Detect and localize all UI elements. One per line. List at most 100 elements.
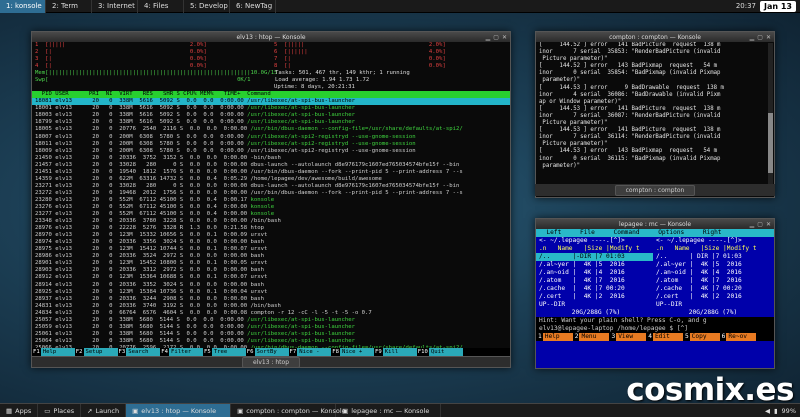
task-button[interactable]: ▣ elv13 : htop — Konsole — [126, 403, 232, 417]
konsole-tab[interactable]: elv13 : htop — [241, 356, 300, 367]
process-row[interactable]: 18005 elv13 20 0 20776 2540 2116 S 0.0 0… — [32, 126, 510, 133]
right-file-panel[interactable]: /.. | DIR |7 01:03/.al~yer | 4K |5 2016/… — [653, 253, 770, 301]
mc-menu-bar[interactable]: Left File Command Options Right — [536, 229, 774, 237]
mc-fkey-3[interactable]: 3 View — [609, 333, 647, 341]
tag-2[interactable]: 2: Term — [46, 0, 92, 13]
file-entry[interactable]: /.. | DIR |7 01:03 — [653, 253, 770, 261]
process-row[interactable]: 21451 elv13 20 0 19540 1812 1576 S 0.0 0… — [32, 169, 510, 176]
file-entry[interactable]: /.atom | 4K |7 2016 — [536, 277, 653, 285]
scrollbar-thumb[interactable] — [768, 113, 773, 173]
process-row[interactable]: 25057 elv13 20 0 338M 5680 5144 S 0.0 0.… — [32, 317, 510, 324]
process-row[interactable]: 18011 elv13 20 0 200M 6308 5780 S 0.0 0.… — [32, 141, 510, 148]
selected-process-row[interactable]: 18081 elv13 20 0 338M 5616 5092 S 0.0 0.… — [32, 98, 510, 106]
launch-menu-button[interactable]: ➚ Launch — [81, 403, 127, 417]
left-panel-header[interactable]: <- ~/.lepagee ----.[^]> — [536, 237, 653, 245]
mc-fkey-6[interactable]: 6 Re~ov — [720, 333, 757, 341]
process-row[interactable]: 21450 elv13 20 0 20336 3752 3152 S 0.0 0… — [32, 155, 510, 162]
process-row[interactable]: 28925 elv13 20 0 123M 15384 10736 S 0.0 … — [32, 289, 510, 296]
fkey-f7[interactable]: F7 Nice - — [289, 348, 332, 356]
process-row[interactable]: 28912 elv13 20 0 123M 15364 10688 S 0.0 … — [32, 274, 510, 281]
tag-6[interactable]: 6: NewTag — [230, 0, 276, 13]
maximize-icon[interactable]: ▢ — [757, 221, 763, 228]
minimize-icon[interactable]: ▁ — [750, 34, 755, 41]
process-row[interactable]: 23276 elv13 20 0 552M 67112 45100 S 0.0 … — [32, 204, 510, 211]
task-button[interactable]: ▣ compton : compton — Konsole — [231, 403, 346, 417]
scrollbar[interactable] — [768, 43, 773, 186]
file-entry[interactable]: /.an~oid | 4K |4 2016 — [653, 269, 770, 277]
mc-shell-prompt[interactable]: elv13@lepagee-laptop /home/lepagee $ [^] — [536, 325, 774, 333]
fkey-f9[interactable]: F9 Kill — [374, 348, 417, 356]
process-row[interactable]: 21457 elv13 20 0 33028 280 0 S 0.0 0.0 0… — [32, 162, 510, 169]
file-entry[interactable]: /.al~yer | 4K |5 2016 — [536, 261, 653, 269]
process-row[interactable]: 18003 elv13 20 0 338M 5616 5092 S 0.0 0.… — [32, 112, 510, 119]
fkey-f10[interactable]: F10 Quit — [417, 348, 463, 356]
minimize-icon[interactable]: ▁ — [486, 34, 491, 41]
fkey-f8[interactable]: F8 Nice + — [331, 348, 374, 356]
process-row[interactable]: 23277 elv13 20 0 552M 67112 45100 S 0.0 … — [32, 211, 510, 218]
process-row[interactable]: 23271 elv13 20 0 33028 280 0 S 0.0 0.0 0… — [32, 183, 510, 190]
file-entry[interactable]: /.al~yer | 4K |5 2016 — [653, 261, 770, 269]
process-row[interactable]: 28914 elv13 20 0 20336 3352 3024 S 0.0 0… — [32, 282, 510, 289]
places-menu-button[interactable]: ▭ Places — [38, 403, 82, 417]
file-entry[interactable]: /.. |-DIR |7 01:03 — [536, 253, 653, 261]
close-icon[interactable]: ✕ — [766, 34, 771, 41]
process-row[interactable]: 23280 elv13 20 0 552M 67112 45100 S 0.0 … — [32, 197, 510, 204]
process-row[interactable]: 23348 elv13 20 0 20336 3780 3228 S 0.0 0… — [32, 218, 510, 225]
konsole-tab[interactable]: compton : compton — [614, 184, 696, 196]
process-row[interactable]: 28975 elv13 20 0 123M 15412 10744 S 0.0 … — [32, 246, 510, 253]
file-entry[interactable]: /.cache | 4K |7 00:20 — [536, 285, 653, 293]
file-entry[interactable]: /.an~oid | 4K |4 2016 — [536, 269, 653, 277]
process-row[interactable]: 18001 elv13 20 0 338M 5616 5092 S 0.0 0.… — [32, 105, 510, 112]
process-row[interactable]: 25064 elv13 20 0 338M 5680 5144 S 0.0 0.… — [32, 338, 510, 345]
process-row[interactable]: 14359 elv13 20 0 622M 63316 14732 S 0.0 … — [32, 176, 510, 183]
process-row[interactable]: 28974 elv13 20 0 20336 3356 3024 S 0.0 0… — [32, 239, 510, 246]
file-entry[interactable]: /.atom | 4K |7 2016 — [653, 277, 770, 285]
right-panel-header[interactable]: <- ~/.lepagee ----.[^]> — [653, 237, 770, 245]
close-icon[interactable]: ✕ — [766, 221, 771, 228]
process-row[interactable]: 25059 elv13 20 0 338M 5680 5144 S 0.0 0.… — [32, 324, 510, 331]
file-entry[interactable]: /.cert | 4K |2 2016 — [653, 293, 770, 301]
process-row[interactable]: 24831 elv13 20 0 20336 3740 3192 S 0.0 0… — [32, 303, 510, 310]
process-row[interactable]: 28986 elv13 20 0 20336 3524 2972 S 0.0 0… — [32, 253, 510, 260]
tag-1[interactable]: 1: konsole — [0, 0, 46, 13]
process-row[interactable]: 28937 elv13 20 0 20336 3244 2908 S 0.0 0… — [32, 296, 510, 303]
process-row[interactable]: 28976 elv13 20 0 22228 5276 3328 R 1.3 0… — [32, 225, 510, 232]
tag-5[interactable]: 5: Develop — [184, 0, 230, 13]
tag-3[interactable]: 3: Internet — [92, 0, 138, 13]
mc-fkey-5[interactable]: 5 Copy — [683, 333, 720, 341]
fkey-f3[interactable]: F3 Search — [118, 348, 161, 356]
mc-titlebar[interactable]: lepagee : mc — Konsole ▁ ▢ ✕ — [536, 219, 774, 229]
fkey-f4[interactable]: F4 Filter — [160, 348, 203, 356]
mc-fkey-2[interactable]: 2 Menu — [573, 333, 610, 341]
compton-window[interactable]: compton : compton — Konsole ▁ ▢ ✕ [ 144.… — [535, 31, 775, 198]
process-row[interactable]: 24834 elv13 20 0 66764 6576 4604 S 0.0 0… — [32, 310, 510, 317]
maximize-icon[interactable]: ▢ — [757, 34, 763, 41]
process-row[interactable]: 28970 elv13 20 0 123M 15332 10656 S 0.0 … — [32, 232, 510, 239]
minimize-icon[interactable]: ▁ — [750, 221, 755, 228]
mc-window[interactable]: lepagee : mc — Konsole ▁ ▢ ✕ Left File C… — [535, 218, 775, 369]
process-row[interactable]: 28901 elv13 20 0 123M 15452 10800 S 0.0 … — [32, 260, 510, 267]
process-row[interactable]: 18009 elv13 20 0 200M 6308 5780 S 0.0 0.… — [32, 148, 510, 155]
process-row[interactable]: 18007 elv13 20 0 200M 6308 5780 S 0.0 0.… — [32, 134, 510, 141]
process-row[interactable]: 25061 elv13 20 0 338M 5680 5144 S 0.0 0.… — [32, 331, 510, 338]
apps-menu-button[interactable]: ▦ Apps — [0, 403, 39, 417]
htop-titlebar[interactable]: elv13 : htop — Konsole ▁ ▢ ✕ — [32, 32, 510, 42]
process-row[interactable]: 23272 elv13 20 0 19468 2012 1756 S 0.0 0… — [32, 190, 510, 197]
process-row[interactable]: 28903 elv13 20 0 20336 3312 2972 S 0.0 0… — [32, 267, 510, 274]
maximize-icon[interactable]: ▢ — [493, 34, 499, 41]
fkey-f2[interactable]: F2 Setup — [75, 348, 118, 356]
fkey-f5[interactable]: F5 Tree — [203, 348, 246, 356]
mc-fkey-1[interactable]: 1 Help — [536, 333, 573, 341]
fkey-f6[interactable]: F6 SortBy — [246, 348, 289, 356]
compton-titlebar[interactable]: compton : compton — Konsole ▁ ▢ ✕ — [536, 32, 774, 42]
process-row[interactable]: 18799 elv13 20 0 338M 5616 5092 S 0.0 0.… — [32, 119, 510, 126]
file-entry[interactable]: /.cert | 4K |2 2016 — [536, 293, 653, 301]
process-list[interactable]: 18001 elv13 20 0 338M 5616 5092 S 0.0 0.… — [32, 105, 510, 366]
tag-4[interactable]: 4: Files — [138, 0, 184, 13]
process-table-header[interactable]: PID USER PRI NI VIRT RES SHR S CPU% MEM%… — [32, 91, 510, 99]
close-icon[interactable]: ✕ — [502, 34, 507, 41]
mc-fkey-4[interactable]: 4 Edit — [646, 333, 683, 341]
left-file-panel[interactable]: /.. |-DIR |7 01:03/.al~yer | 4K |5 2016/… — [536, 253, 653, 301]
file-entry[interactable]: /.cache | 4K |7 00:20 — [653, 285, 770, 293]
task-button[interactable]: ▣ lepagee : mc — Konsole — [336, 403, 442, 417]
